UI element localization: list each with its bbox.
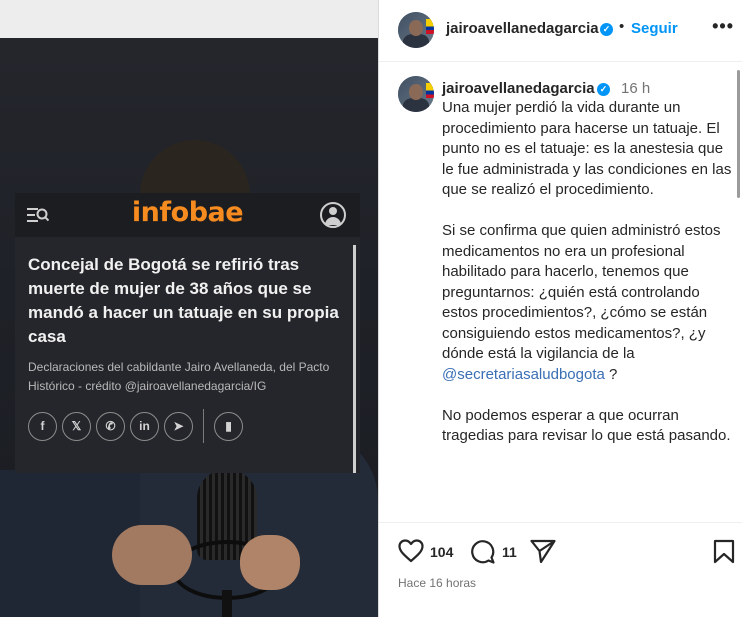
facebook-icon: f xyxy=(28,411,57,441)
user-account-icon xyxy=(320,202,346,228)
whatsapp-icon: ✆ xyxy=(96,411,125,441)
comment-icon[interactable] xyxy=(470,539,495,564)
comment-count[interactable]: 11 xyxy=(502,544,517,560)
mention-link[interactable]: @secretariasaludbogota xyxy=(442,366,605,383)
header-separator: • xyxy=(619,18,625,35)
news-card-overlay: infobae Concejal de Bogotá se refirió tr… xyxy=(15,193,360,473)
author-username[interactable]: jairoavellanedagarcia xyxy=(446,20,599,37)
news-card-scrollbar xyxy=(353,245,356,473)
microphone-stand xyxy=(222,590,232,617)
linkedin-icon: in xyxy=(130,411,159,441)
post-actions: 104 11 Hace 16 horas xyxy=(379,522,742,617)
bookmark-icon: ▮ xyxy=(214,411,243,441)
news-photo-caption: Declaraciones del cabildante Jairo Avell… xyxy=(28,360,330,393)
caption-paragraph: Si se confirma que quien administró esto… xyxy=(442,221,732,385)
caption-text-segment: ? xyxy=(604,365,618,383)
like-count[interactable]: 104 xyxy=(430,544,453,560)
caption-scrollbar[interactable] xyxy=(737,70,740,198)
x-icon: 𝕏 xyxy=(62,411,91,441)
share-buttons: f 𝕏 ✆ in ➤ ▮ xyxy=(28,409,243,443)
infobae-logo: infobae xyxy=(131,197,244,228)
caption-text-segment: Si se confirma que quien administró esto… xyxy=(442,222,721,362)
verified-badge-icon: ✓ xyxy=(600,23,613,36)
more-options-icon[interactable]: ••• xyxy=(712,16,734,37)
caption-paragraph: Una mujer perdió la vida durante un proc… xyxy=(442,99,732,198)
media-background-top xyxy=(0,0,378,38)
caption-author-username[interactable]: jairoavellanedagarcia xyxy=(442,80,595,97)
caption-author-avatar[interactable] xyxy=(398,76,434,112)
caption-paragraph: No podemos esperar a que ocurran tragedi… xyxy=(442,406,731,445)
news-headline: Concejal de Bogotá se refirió tras muert… xyxy=(28,255,339,346)
like-heart-icon[interactable] xyxy=(398,539,424,563)
person-left-hand xyxy=(112,525,192,585)
caption-verified-badge-icon: ✓ xyxy=(597,83,610,96)
author-avatar[interactable] xyxy=(398,12,434,48)
telegram-icon: ➤ xyxy=(164,411,193,441)
post-time-ago[interactable]: Hace 16 horas xyxy=(398,576,476,590)
news-card-header: infobae xyxy=(15,193,360,237)
save-bookmark-icon[interactable] xyxy=(713,539,735,564)
post-media[interactable]: infobae Concejal de Bogotá se refirió tr… xyxy=(0,0,378,617)
person-right-hand xyxy=(240,535,300,590)
caption-timestamp[interactable]: 16 h xyxy=(621,80,650,97)
caption-text: Una mujer perdió la vida durante un proc… xyxy=(442,98,732,467)
post-header: jairoavellanedagarcia ✓ • Seguir ••• xyxy=(379,0,742,62)
follow-button[interactable]: Seguir xyxy=(631,20,678,37)
post-panel: jairoavellanedagarcia ✓ • Seguir ••• jai… xyxy=(378,0,742,617)
share-icon[interactable] xyxy=(530,539,556,564)
share-divider xyxy=(203,409,204,443)
